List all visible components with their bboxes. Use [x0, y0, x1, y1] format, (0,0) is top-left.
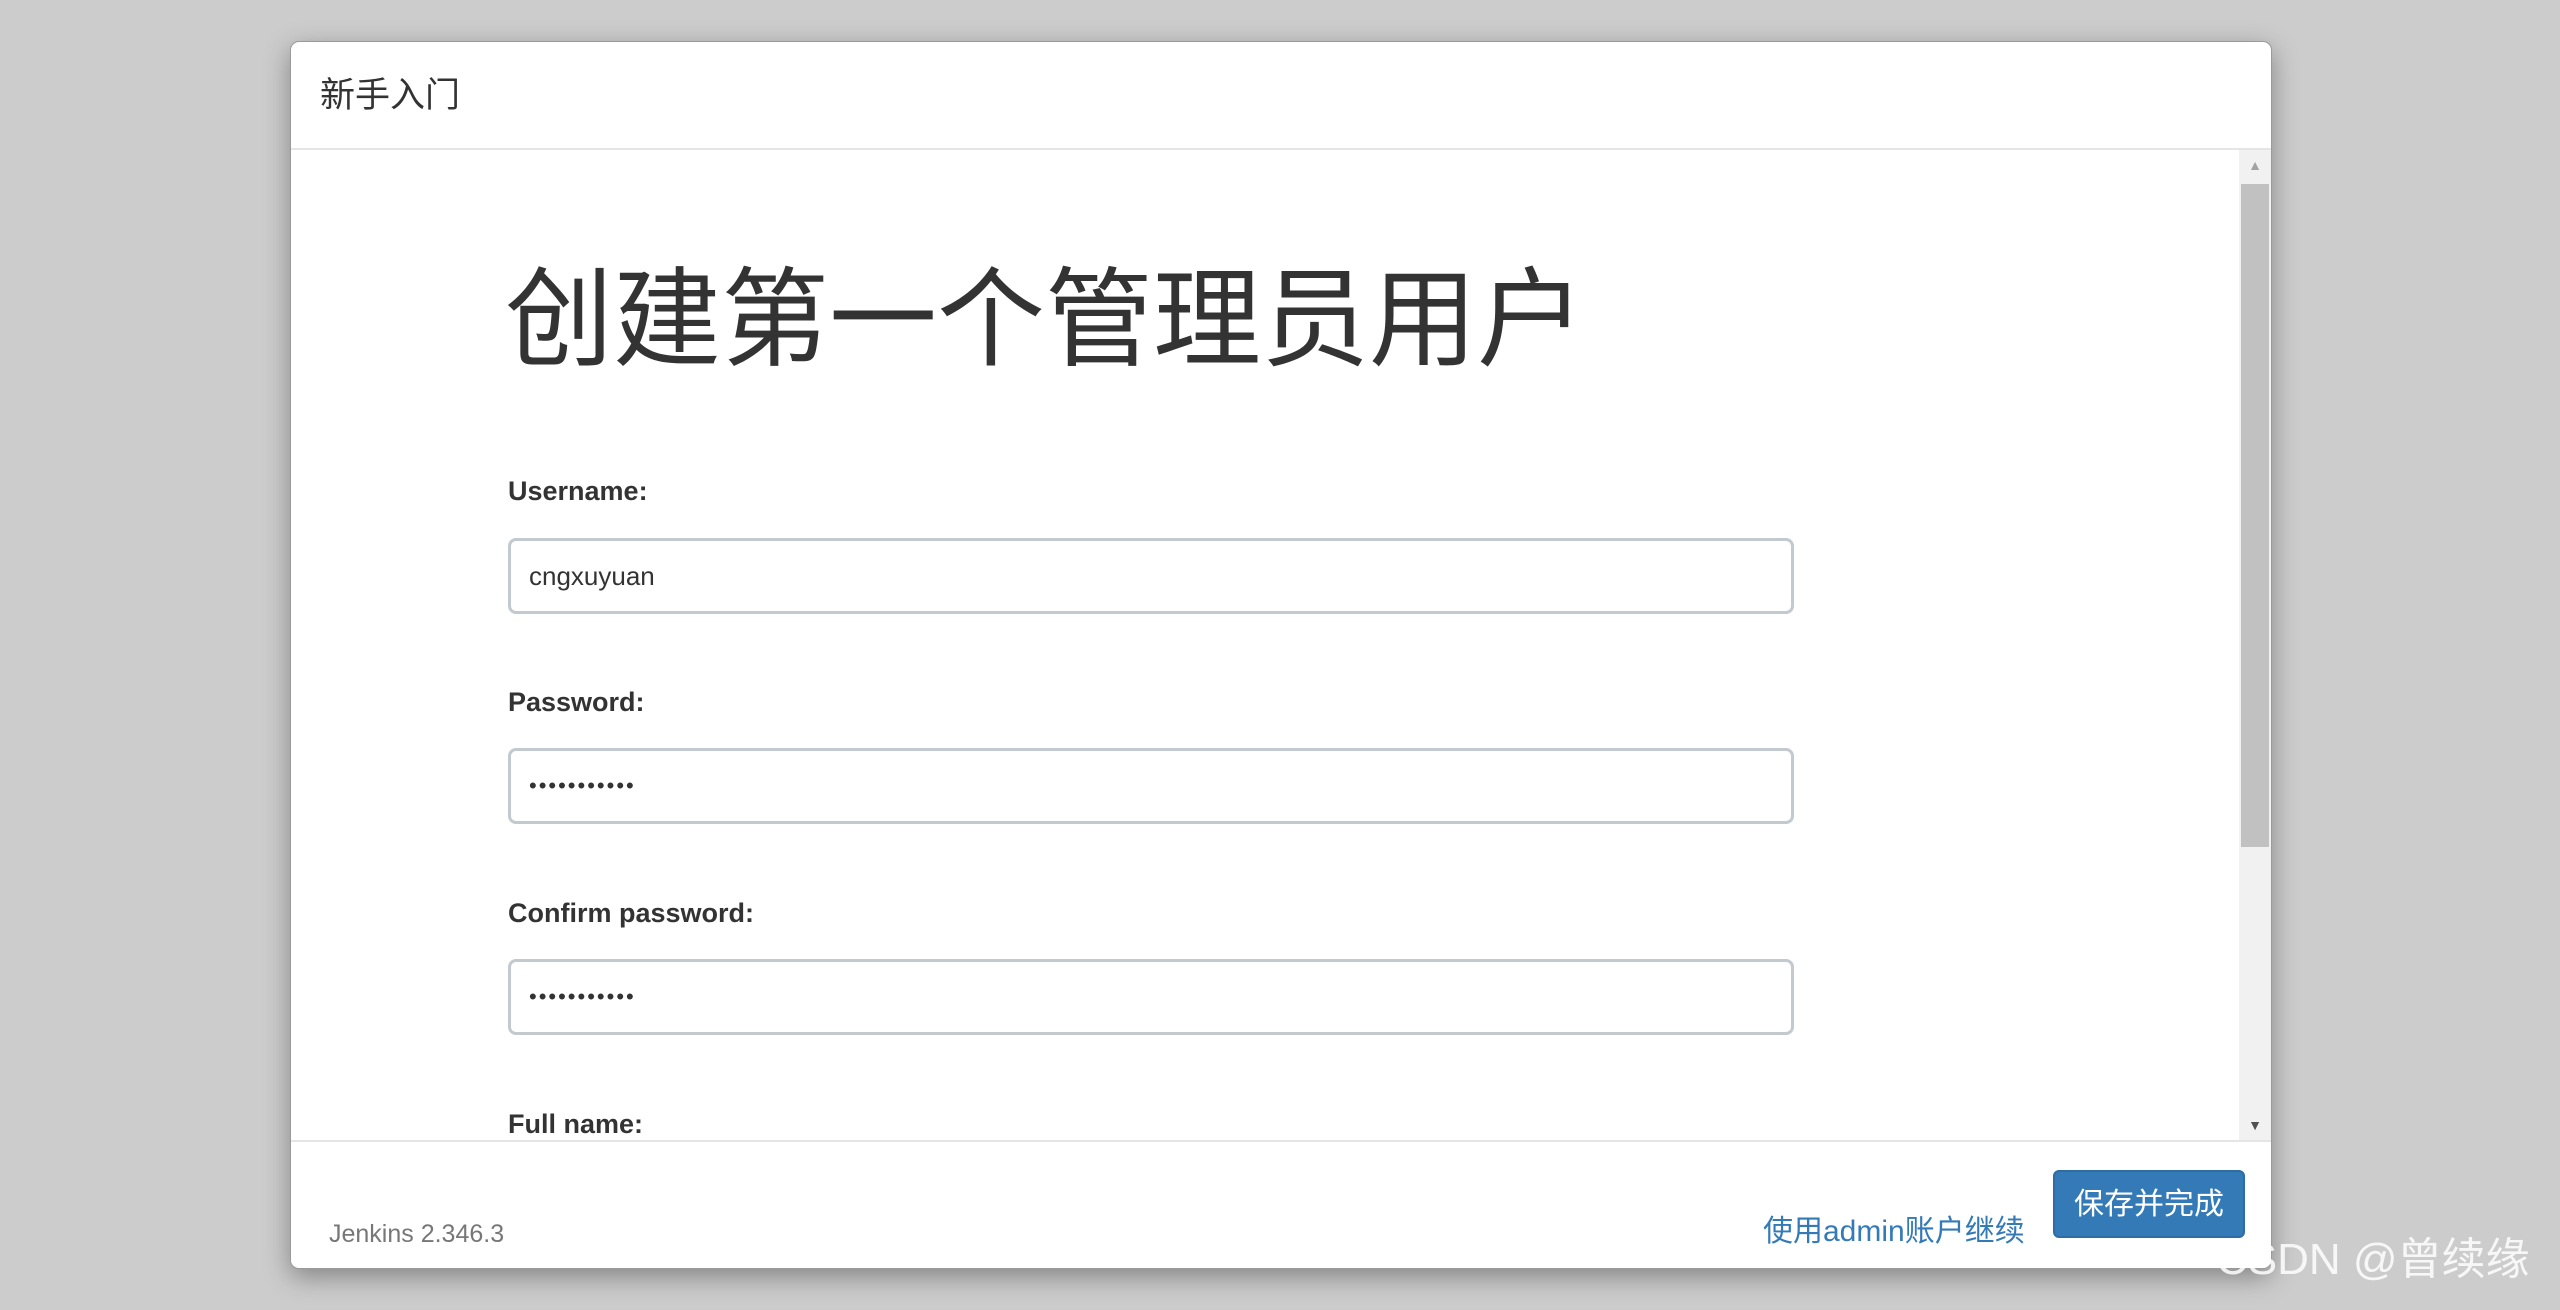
username-label: Username:: [508, 476, 648, 506]
confirm-password-label: Confirm password:: [508, 898, 755, 928]
password-label: Password:: [508, 687, 645, 717]
csdn-watermark: CSDN @曾续缘: [2216, 1235, 2530, 1284]
dialog-header: 新手入门: [291, 42, 2271, 150]
save-and-finish-button[interactable]: 保存并完成: [2053, 1170, 2245, 1238]
dialog-title: 新手入门: [320, 76, 461, 115]
scroll-down-arrow-icon[interactable]: ▼: [2239, 1110, 2271, 1140]
confirm-password-input[interactable]: [508, 959, 1794, 1035]
continue-as-admin-button[interactable]: 使用admin账户继续: [1763, 1214, 2025, 1250]
password-input[interactable]: [508, 748, 1794, 824]
jenkins-version: Jenkins 2.346.3: [329, 1220, 505, 1248]
scroll-up-arrow-icon[interactable]: ▲: [2239, 150, 2271, 180]
full-name-label: Full name:: [508, 1109, 644, 1139]
username-input[interactable]: [508, 538, 1794, 614]
scrollbar-thumb[interactable]: [2241, 184, 2269, 847]
dialog-footer: Jenkins 2.346.3 使用admin账户继续 保存并完成: [291, 1140, 2271, 1268]
vertical-scrollbar[interactable]: ▲ ▼: [2239, 150, 2271, 1140]
page-title: 创建第一个管理员用户: [505, 259, 1586, 380]
dialog-body[interactable]: 创建第一个管理员用户 Username: Password: Confirm p…: [291, 150, 2239, 1140]
setup-dialog: 新手入门 创建第一个管理员用户 Username: Password: Conf…: [290, 41, 2272, 1269]
